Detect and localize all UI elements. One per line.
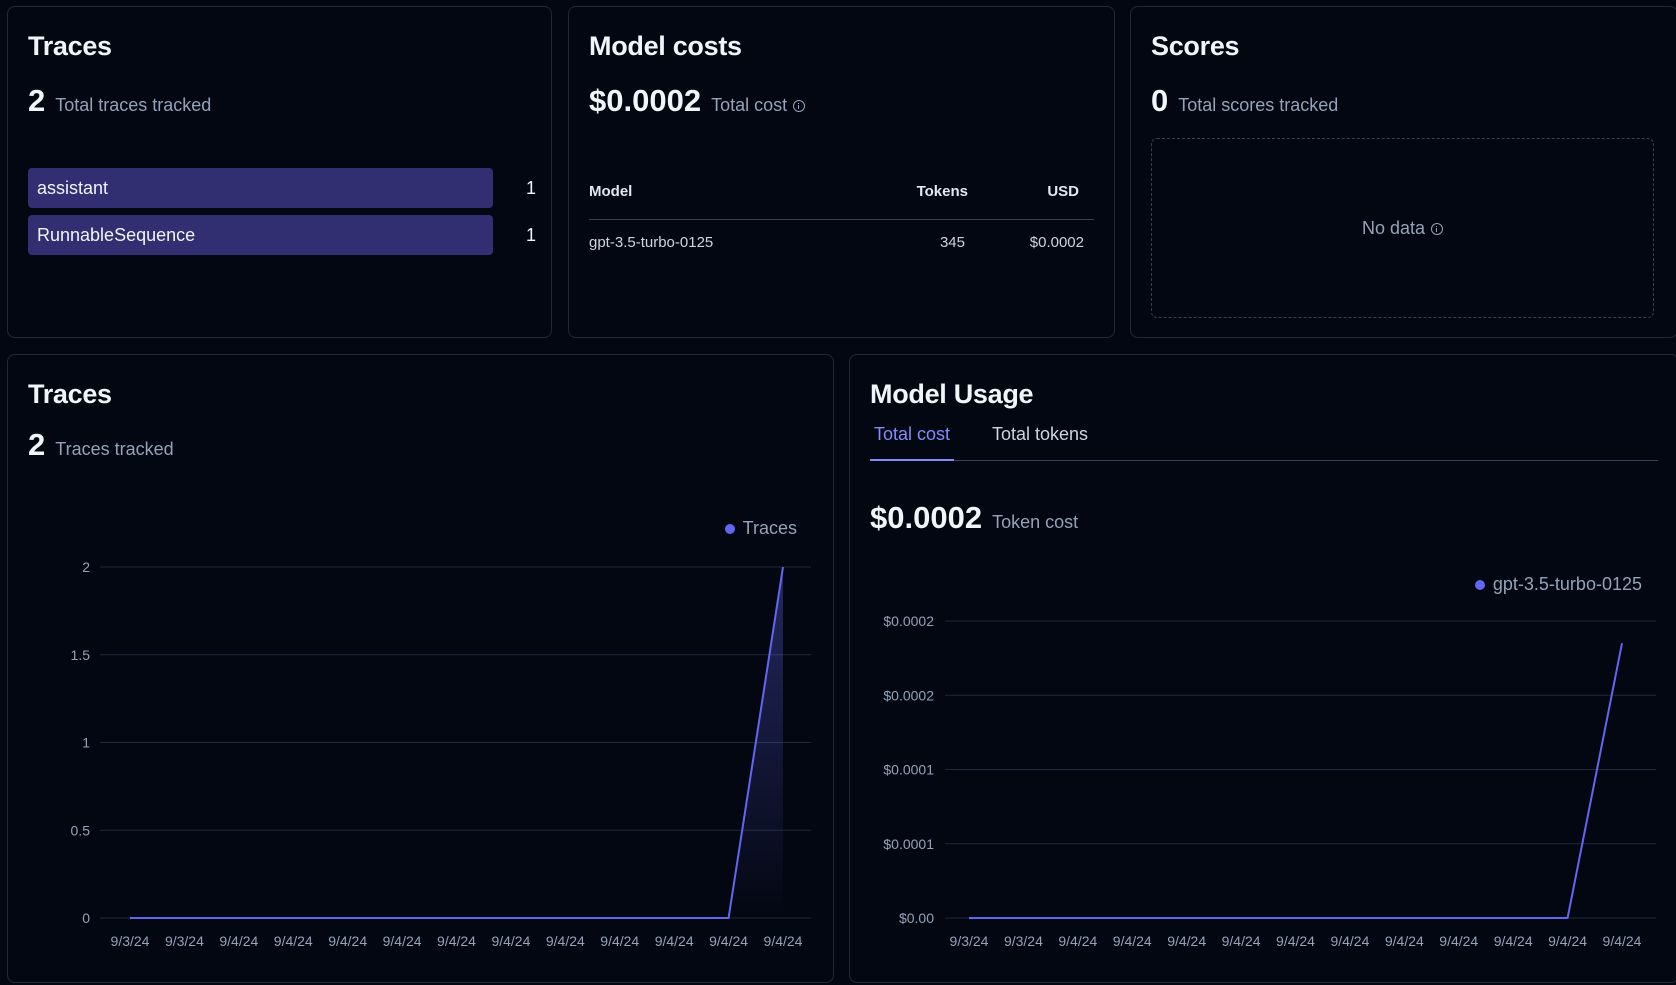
x-tick-label: 9/4/24 <box>491 933 530 949</box>
x-tick-label: 9/4/24 <box>1548 933 1587 949</box>
table-cell-model: gpt-3.5-turbo-0125 <box>589 234 714 251</box>
x-tick-label: 9/4/24 <box>709 933 748 949</box>
card-title: Traces <box>28 31 112 61</box>
y-tick-label: $0.0002 <box>883 687 934 703</box>
x-tick-label: 9/4/24 <box>1167 933 1206 949</box>
x-tick-label: 9/4/24 <box>600 933 639 949</box>
model-usage-card: Model Usage Total cost Total tokens $0.0… <box>849 354 1676 983</box>
x-tick-label: 9/4/24 <box>274 933 313 949</box>
no-data-text: No data <box>1361 217 1426 238</box>
x-tick-label: 9/3/24 <box>111 933 150 949</box>
table-header-usd: USD <box>1047 183 1079 200</box>
x-tick-label: 9/3/24 <box>950 933 989 949</box>
x-tick-label: 9/4/24 <box>655 933 694 949</box>
table-cell-usd: $0.0002 <box>1029 234 1084 251</box>
x-tick-label: 9/3/24 <box>1004 933 1043 949</box>
x-tick-label: 9/4/24 <box>1439 933 1478 949</box>
x-tick-label: 9/4/24 <box>383 933 422 949</box>
y-tick-label: $0.0001 <box>883 762 934 778</box>
cost-total-label: Total cost <box>711 95 806 116</box>
traces-metric: 2 Total traces tracked <box>28 83 211 119</box>
x-tick-label: 9/4/24 <box>219 933 258 949</box>
x-tick-label: 9/4/24 <box>1058 933 1097 949</box>
traces-chart-card: Traces 2 Traces tracked Traces 0 0.5 1 1.5 2… <box>7 354 834 983</box>
model-usage-line-chart[interactable]: $0.00 $0.0001 $0.0001 $0.0002 $0.0002 9/3/24 9… <box>850 355 1676 982</box>
info-icon[interactable] <box>1431 223 1444 235</box>
trace-bar-count: 1 <box>525 178 536 198</box>
x-tick-label: 9/3/24 <box>165 933 204 949</box>
y-tick-label: 0.5 <box>71 822 91 838</box>
y-tick-label: $0.00 <box>899 910 934 926</box>
x-tick-label: 9/4/24 <box>1222 933 1261 949</box>
traces-total-label: Total traces tracked <box>55 95 212 115</box>
y-tick-label: $0.0001 <box>883 836 934 852</box>
x-tick-label: 9/4/24 <box>764 933 803 949</box>
y-tick-label: 2 <box>82 559 90 575</box>
series-line <box>969 643 1623 919</box>
scores-total: 0 <box>1151 83 1169 118</box>
trace-bar-label: RunnableSequence <box>37 225 196 245</box>
x-tick-label: 9/4/24 <box>328 933 367 949</box>
cost-metric: $0.0002 Total cost <box>589 83 806 119</box>
traces-summary-card: Traces 2 Total traces tracked assistant … <box>7 6 552 338</box>
table-header-tokens: Tokens <box>916 183 968 200</box>
trace-bar-row[interactable]: RunnableSequence 1 <box>28 215 536 255</box>
x-tick-label: 9/4/24 <box>1385 933 1424 949</box>
x-tick-label: 9/4/24 <box>546 933 585 949</box>
x-tick-label: 9/4/24 <box>437 933 476 949</box>
y-tick-label: $0.0002 <box>883 613 934 629</box>
table-divider <box>589 219 1094 220</box>
x-tick-label: 9/4/24 <box>1330 933 1369 949</box>
x-tick-label: 9/4/24 <box>1113 933 1152 949</box>
no-data-placeholder: No data <box>1151 138 1654 318</box>
info-icon[interactable] <box>793 100 806 112</box>
scores-card: Scores 0 Total scores tracked No data <box>1130 6 1676 338</box>
trace-bar-row[interactable]: assistant 1 <box>28 168 536 208</box>
y-tick-label: 0 <box>82 910 90 926</box>
y-tick-label: 1.5 <box>71 647 91 663</box>
card-title: Model costs <box>589 31 742 61</box>
model-costs-card: Model costs $0.0002 Total cost Model Tok… <box>568 6 1115 338</box>
traces-line-chart[interactable]: 0 0.5 1 1.5 2 9/3/24 9/3/24 9/4/24 9/4/24 9/4/24 9… <box>8 355 833 982</box>
trace-bar-label: assistant <box>37 178 109 198</box>
cost-total: $0.0002 <box>589 83 702 118</box>
traces-total: 2 <box>28 83 46 118</box>
table-cell-tokens: 345 <box>939 234 965 251</box>
scores-metric: 0 Total scores tracked <box>1151 83 1338 119</box>
table-header-model: Model <box>589 183 633 200</box>
scores-total-label: Total scores tracked <box>1178 95 1339 115</box>
x-tick-label: 9/4/24 <box>1494 933 1533 949</box>
x-tick-label: 9/4/24 <box>1603 933 1642 949</box>
card-title: Scores <box>1151 31 1240 61</box>
trace-bar-count: 1 <box>525 225 536 245</box>
y-tick-label: 1 <box>82 735 90 751</box>
x-tick-label: 9/4/24 <box>1276 933 1315 949</box>
